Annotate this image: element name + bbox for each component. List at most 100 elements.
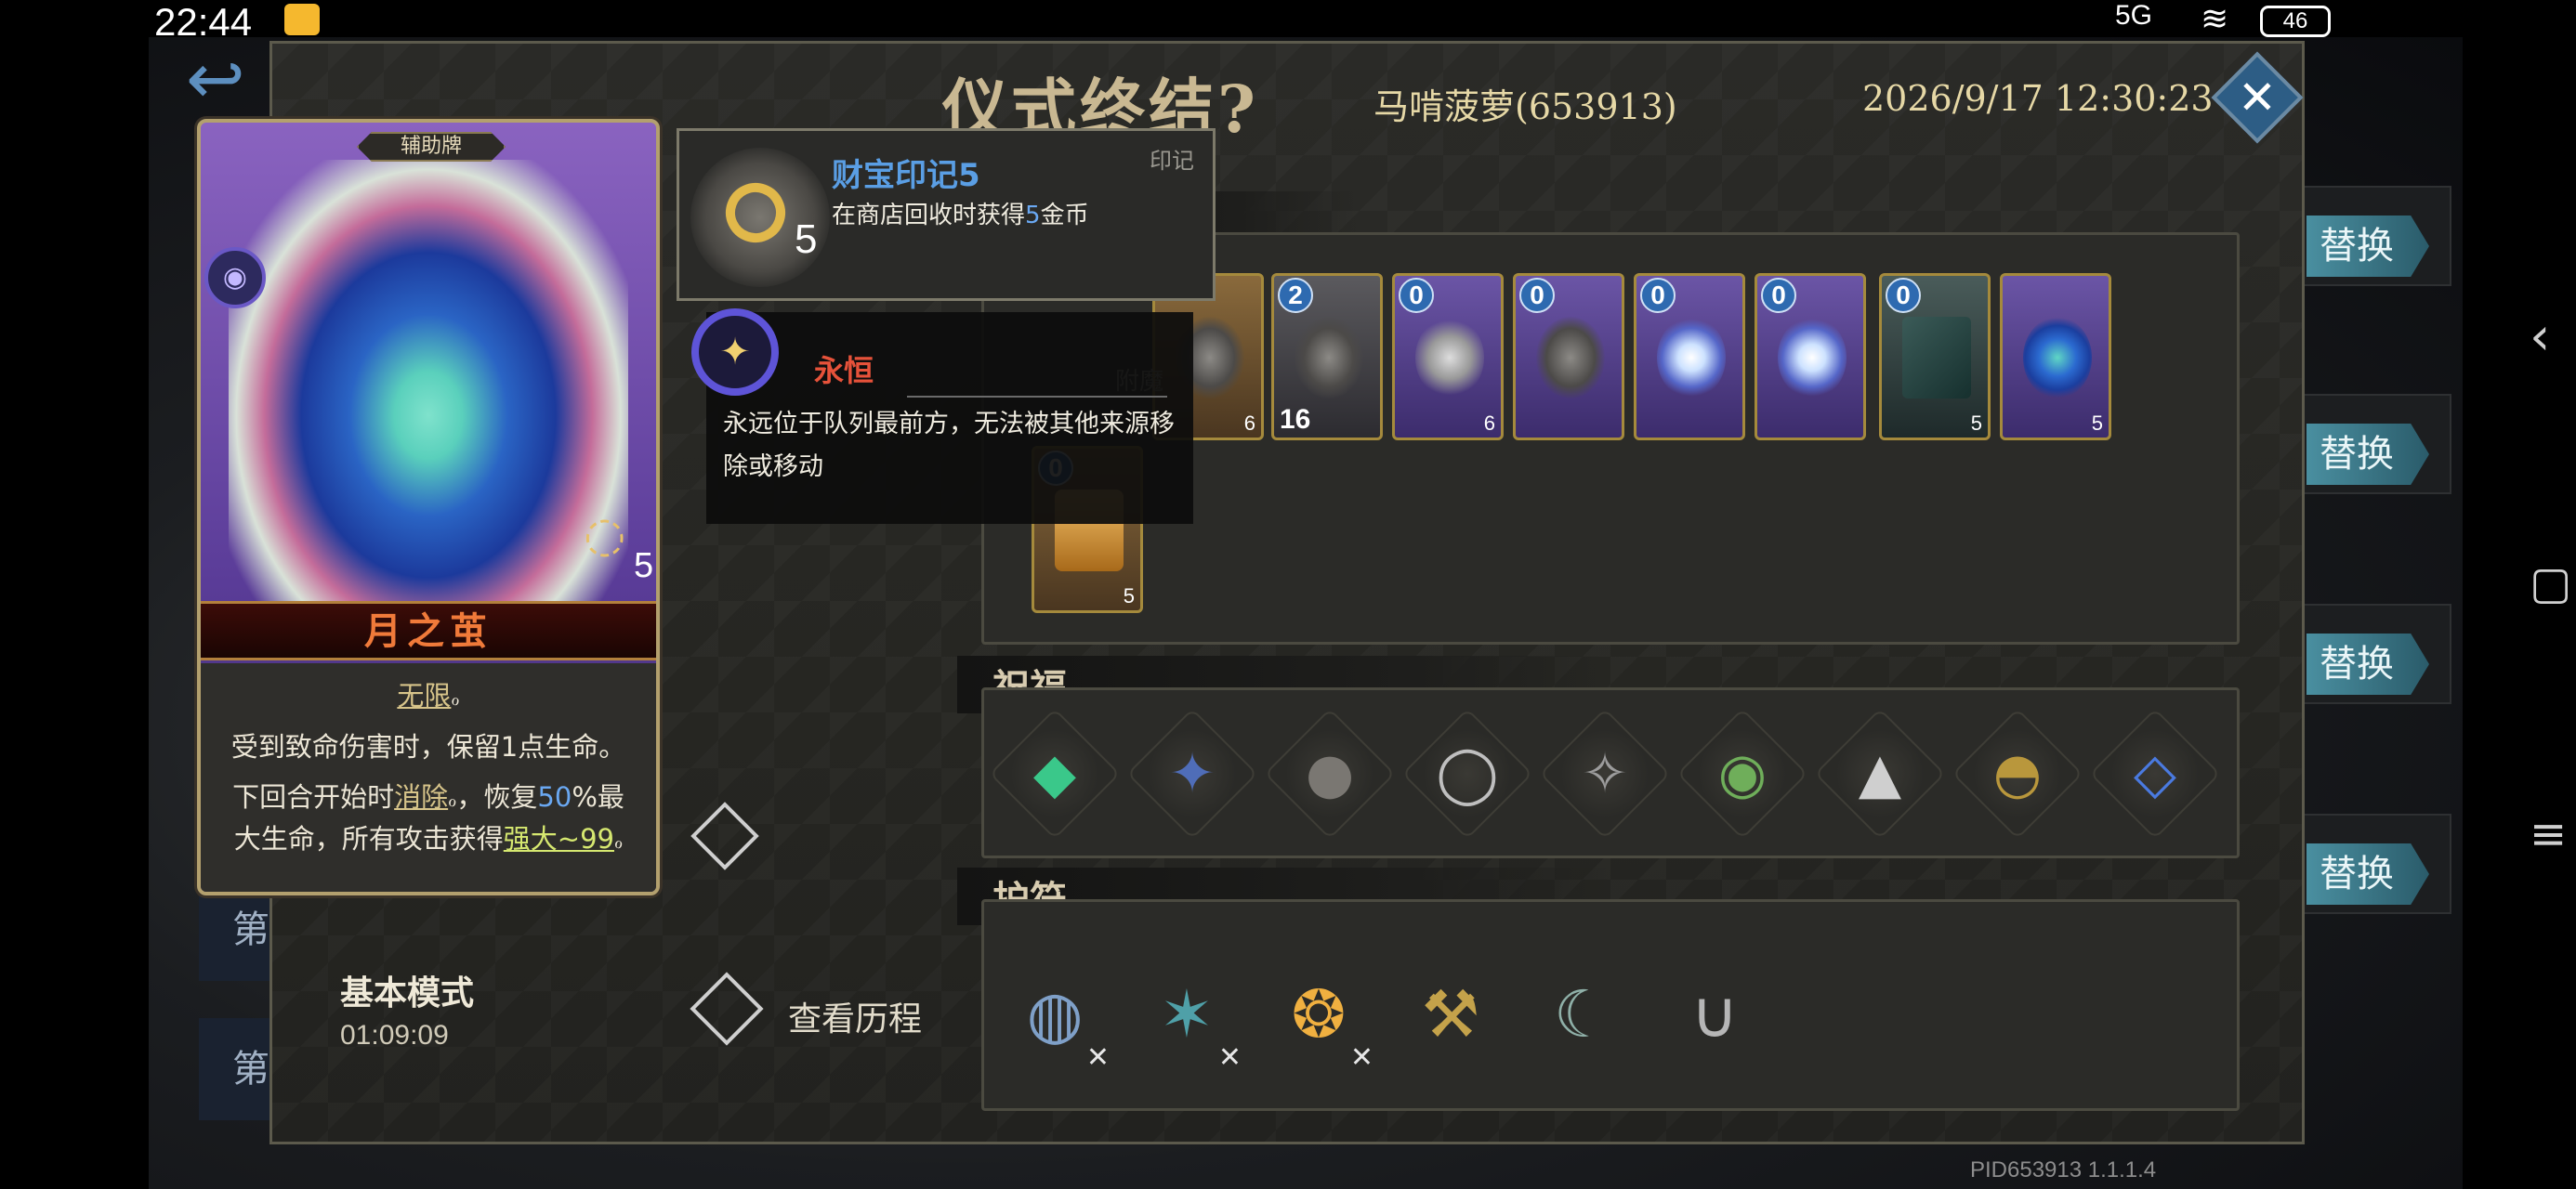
deck-card[interactable]: 0 bbox=[1755, 273, 1866, 440]
bg-left-tab[interactable]: 第 bbox=[199, 1018, 277, 1120]
shield-beetle-icon[interactable]: ✦ bbox=[1126, 708, 1258, 840]
deck-card[interactable]: 0 bbox=[1634, 273, 1745, 440]
nav-back-icon[interactable]: ‹ bbox=[2530, 307, 2550, 367]
blessing-glyph: ◉ bbox=[1717, 741, 1768, 806]
amulet-glyph: ⚒ bbox=[1421, 976, 1480, 1052]
eternal-icon[interactable]: ◉ bbox=[204, 247, 266, 308]
keyword-erase[interactable]: 消除 bbox=[394, 781, 448, 813]
amulet-glyph: ❂ bbox=[1291, 976, 1347, 1052]
mark-kind: 印记 bbox=[1150, 148, 1194, 174]
desc-line-2: 受到致命伤害时，保留1点生命。 bbox=[230, 731, 626, 763]
merge-icon: ✕ bbox=[1217, 1041, 1242, 1074]
close-icon: ✕ bbox=[2238, 71, 2277, 124]
mark-text: 在商店回收时获得5金币 bbox=[832, 202, 1089, 229]
blessing-glyph: ● bbox=[1305, 741, 1355, 806]
eternal-tooltip: ✦ 永恒 永远位于队列最前方，无法被其他来源移除或移动 bbox=[691, 308, 1193, 524]
deck-card[interactable]: 2 16 bbox=[1271, 273, 1383, 440]
shield-art bbox=[1657, 317, 1726, 399]
stone-golem-icon[interactable]: ● bbox=[1264, 708, 1396, 840]
deck-card[interactable]: 0 bbox=[1513, 273, 1624, 440]
wifi-icon: ≋ bbox=[2201, 0, 2229, 38]
nav-menu-icon[interactable]: ≡ bbox=[2530, 808, 2567, 860]
eternal-cycle-icon: ✦ bbox=[691, 308, 779, 396]
swap-button[interactable]: 替换 bbox=[2307, 216, 2429, 277]
card-count: 5 bbox=[1970, 412, 1982, 435]
gem-icon[interactable]: ◆ bbox=[989, 708, 1121, 840]
card-cost: 0 bbox=[1761, 278, 1796, 313]
mode-label: 基本模式 bbox=[340, 974, 475, 1013]
crossed-hammers-icon[interactable]: ⚒ bbox=[1400, 959, 1502, 1070]
crystal-icon[interactable]: ◇ bbox=[2089, 708, 2221, 840]
blessing-glyph: ◇ bbox=[2133, 741, 2177, 806]
divider bbox=[907, 396, 1167, 398]
book-art bbox=[1902, 317, 1971, 399]
mark-count: 5 bbox=[795, 216, 818, 262]
desc-line-1: 无限ℴ bbox=[397, 680, 460, 712]
deck-card[interactable]: 05 bbox=[1879, 273, 1991, 440]
card-cost: 0 bbox=[1519, 278, 1555, 313]
broken-blade-icon[interactable]: ✧ bbox=[1539, 708, 1671, 840]
card-name-banner: 月之茧 bbox=[201, 601, 656, 660]
mark-name: 财宝印记5 bbox=[832, 157, 980, 194]
nav-home-icon[interactable]: ▢ bbox=[2530, 557, 2571, 609]
card-cost: 0 bbox=[1399, 278, 1434, 313]
blessing-glyph: ✦ bbox=[1168, 741, 1216, 806]
view-history-button[interactable]: 查看历程 bbox=[788, 992, 922, 1040]
goggles-icon[interactable]: ◉ bbox=[1676, 708, 1808, 840]
amulet-glyph: ✶ bbox=[1159, 976, 1215, 1052]
card-cost: 0 bbox=[1886, 278, 1921, 313]
deck-card[interactable]: 5 bbox=[2000, 273, 2111, 440]
blessing-glyph: ◆ bbox=[1032, 741, 1077, 806]
status-bar: 22:44 5G ≋ 46 bbox=[0, 0, 2576, 44]
blessing-glyph: ▲ bbox=[1858, 741, 1902, 806]
swap-button[interactable]: 替换 bbox=[2307, 843, 2429, 905]
golden-mask-icon[interactable]: ◓ bbox=[1952, 708, 2083, 840]
hooded-figure-icon[interactable]: ▲ bbox=[1814, 708, 1946, 840]
blessing-glyph: ◓ bbox=[1992, 741, 2043, 806]
desc-line-4: 大生命，所有攻击获得强大~99ℴ bbox=[233, 823, 624, 855]
thorn-branch-icon[interactable]: ✶ ✕ bbox=[1136, 959, 1242, 1074]
card-count: 6 bbox=[1243, 412, 1255, 435]
amulet-glyph: ◍ bbox=[1026, 976, 1084, 1052]
knight-art bbox=[1536, 317, 1605, 399]
deck-card[interactable]: 06 bbox=[1392, 273, 1504, 440]
stone-orb-icon[interactable]: ◍ ✕ bbox=[1004, 959, 1110, 1074]
back-arrow-icon[interactable]: ↩ bbox=[186, 37, 245, 120]
armor-art bbox=[1415, 317, 1484, 399]
claw-icon[interactable]: ☾ bbox=[1531, 959, 1634, 1070]
moon-art bbox=[2023, 317, 2092, 399]
card-stat: 16 bbox=[1280, 404, 1311, 435]
cracked-egg-icon[interactable]: ◯ bbox=[1401, 708, 1533, 840]
blessing-glyph: ◯ bbox=[1436, 741, 1499, 806]
selected-card: 辅助牌 ◉ ◌ 5 月之茧 无限ℴ 受到致命伤害时，保留1点生命。 下回合开始时… bbox=[197, 119, 660, 895]
player-name: 马啃菠萝(653913) bbox=[1373, 86, 1677, 127]
shield-art bbox=[1778, 317, 1847, 399]
horseshoe-icon[interactable]: ∪ bbox=[1663, 959, 1766, 1070]
keyword-strong[interactable]: 强大~99 bbox=[504, 823, 614, 855]
eternal-text: 永远位于队列最前方，无法被其他来源移除或移动 bbox=[723, 410, 1175, 481]
gold-ring-icon: ◌ bbox=[584, 507, 626, 563]
card-name: 月之茧 bbox=[364, 609, 493, 653]
card-cost: 2 bbox=[1278, 278, 1313, 313]
card-count: 5 bbox=[1123, 584, 1135, 608]
keyword-infinite[interactable]: 无限 bbox=[397, 680, 451, 712]
swap-button[interactable]: 替换 bbox=[2307, 424, 2429, 485]
swap-button[interactable]: 替换 bbox=[2307, 634, 2429, 695]
golden-halo-icon[interactable]: ❂ ✕ bbox=[1268, 959, 1373, 1074]
cocoon-art bbox=[229, 160, 628, 624]
desc-line-3: 下回合开始时消除ℴ，恢复50%最 bbox=[232, 781, 624, 813]
build-id: PID653913 1.1.1.4 bbox=[1970, 1157, 2157, 1182]
blessing-glyph: ✧ bbox=[1581, 741, 1629, 806]
card-description: 无限ℴ 受到致命伤害时，保留1点生命。 下回合开始时消除ℴ，恢复50%最 大生命… bbox=[201, 663, 656, 892]
mark-tooltip: 5 财宝印记5 印记 在商店回收时获得5金币 bbox=[677, 128, 1216, 301]
merge-icon: ✕ bbox=[1085, 1041, 1110, 1074]
timestamp: 2026/9/17 12:30:23 bbox=[1862, 78, 2214, 119]
run-timer: 01:09:09 bbox=[340, 1020, 449, 1051]
battery-indicator: 46 bbox=[2260, 6, 2331, 37]
amulet-glyph: ∪ bbox=[1690, 976, 1739, 1052]
card-cost: 0 bbox=[1640, 278, 1676, 313]
card-count: 5 bbox=[634, 546, 654, 585]
network-indicator: 5G bbox=[2115, 0, 2153, 31]
knight-art bbox=[1295, 317, 1363, 399]
card-type-tag: 辅助牌 bbox=[357, 132, 506, 162]
